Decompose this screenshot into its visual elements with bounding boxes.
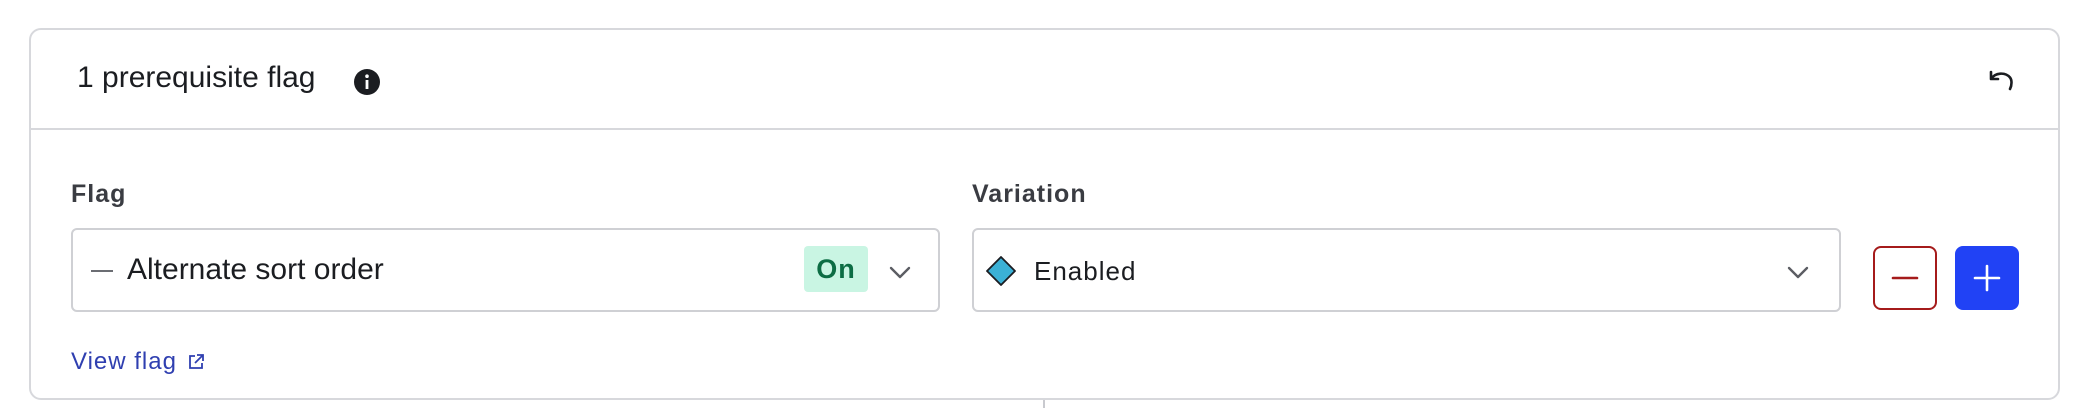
prerequisites-panel: 1 prerequisite flag Flag Variation Alter… (29, 28, 2060, 400)
add-prerequisite-button[interactable] (1955, 246, 2019, 310)
connector-line (1043, 400, 1045, 408)
view-flag-label: View flag (71, 348, 177, 375)
info-icon[interactable] (353, 68, 381, 96)
flag-select[interactable]: Alternate sort order On (71, 228, 940, 312)
chevron-down-icon (1787, 266, 1809, 279)
remove-prerequisite-button[interactable] (1873, 246, 1937, 310)
dash-icon (91, 270, 113, 272)
view-flag-link[interactable]: View flag (71, 348, 205, 376)
variation-select[interactable]: Enabled (972, 228, 1841, 312)
external-link-icon (189, 354, 204, 369)
status-badge: On (804, 246, 868, 292)
chevron-down-icon (889, 266, 911, 279)
variation-select-value: Enabled (1034, 256, 1137, 286)
panel-title: 1 prerequisite flag (77, 61, 316, 94)
variation-swatch-icon (986, 256, 1016, 286)
variation-field-label: Variation (972, 180, 1087, 208)
flag-field-label: Flag (71, 180, 127, 208)
minus-icon (1891, 276, 1919, 280)
panel-header: 1 prerequisite flag (31, 30, 2058, 130)
plus-icon (1973, 264, 2001, 292)
flag-select-value: Alternate sort order (127, 253, 384, 286)
undo-icon (1989, 70, 2013, 91)
undo-button[interactable] (1981, 60, 2021, 100)
